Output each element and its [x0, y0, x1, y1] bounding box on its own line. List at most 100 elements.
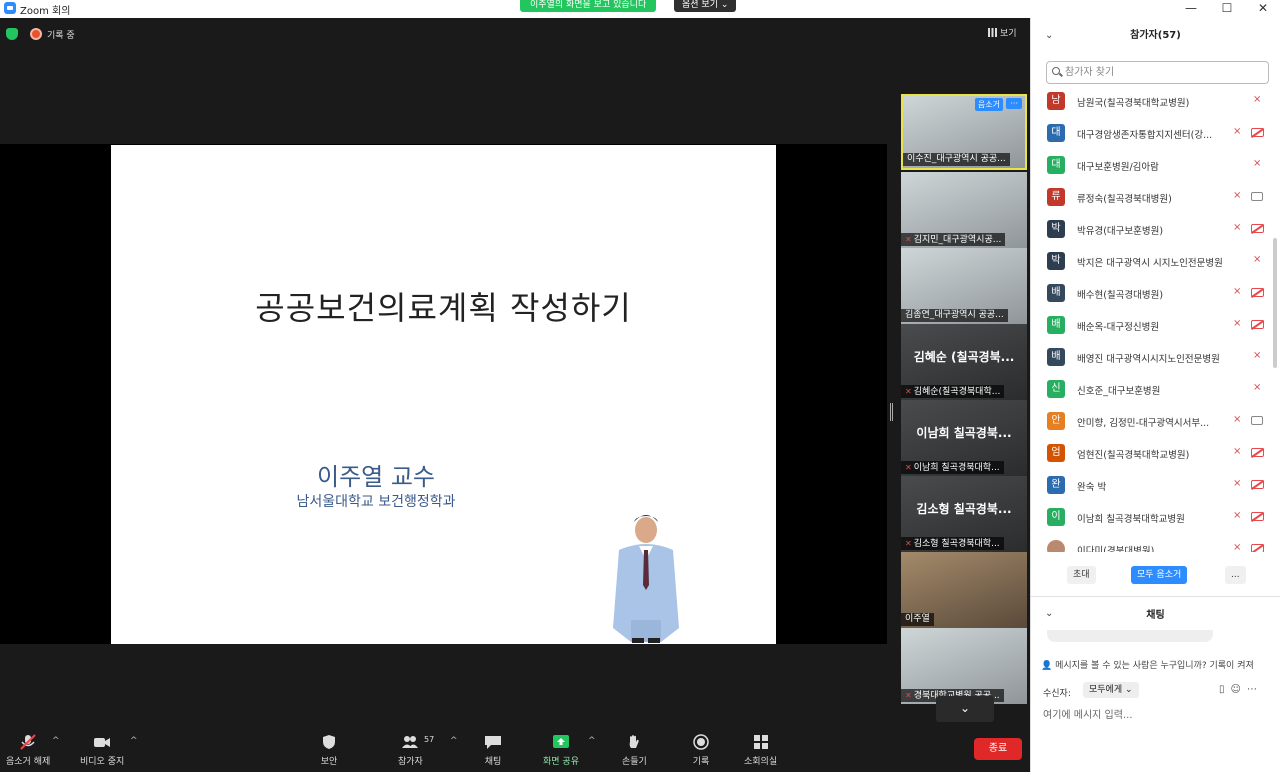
share-screen-button[interactable]: 화면 공유: [543, 734, 579, 767]
audio-options-caret[interactable]: ^: [52, 736, 60, 746]
participant-name: 이다미(경북대병원): [1077, 546, 1155, 552]
video-options-caret[interactable]: ^: [130, 736, 138, 746]
video-tile[interactable]: 이주열: [901, 552, 1027, 628]
mic-muted-icon: ⨯: [1233, 478, 1242, 489]
participant-row[interactable]: 엄 엄현진(칠곡경북대학교병원) ⨯: [1031, 438, 1276, 470]
participant-row[interactable]: 배 배순옥-대구정신병원 ⨯: [1031, 310, 1276, 342]
record-icon: [693, 734, 709, 750]
video-tile[interactable]: 김혜순 (칠곡경북... ✕ 김혜순(칠곡경북대학...: [901, 324, 1027, 400]
participant-row[interactable]: 남 남원국(칠곡경북대학교병원) ⨯: [1031, 86, 1276, 118]
participant-row[interactable]: 신 신호준_대구보훈병원 ⨯: [1031, 374, 1276, 406]
breakout-rooms-icon: [753, 735, 768, 749]
video-tile[interactable]: 김소형 칠곡경북... ✕ 김소형 칠곡경북대학...: [901, 476, 1027, 552]
avatar: 배: [1047, 348, 1065, 366]
chat-visibility-notice[interactable]: 👤 메시지를 볼 수 있는 사람은 누구입니까? 기록이 켜져: [1041, 658, 1277, 671]
mic-muted-icon: ⨯: [1233, 542, 1242, 552]
emoji-icon[interactable]: ☺: [1231, 684, 1247, 695]
search-placeholder: 참가자 찾기: [1065, 67, 1115, 78]
participant-label: ✕ 이남희 칠곡경북대학...: [901, 461, 1004, 474]
slide-speaker-affiliation: 남서울대학교 보건행정학과: [296, 494, 456, 510]
stop-video-label: 비디오 중지: [80, 757, 125, 767]
participant-name: 엄현진(칠곡경북대학교병원): [1077, 450, 1190, 461]
mic-off-icon: ✕: [905, 691, 912, 700]
mic-muted-icon: ⨯: [1233, 446, 1242, 457]
participant-name: 대구보훈병원/김아람: [1077, 162, 1159, 173]
participant-name: 김혜순(칠곡경북대학...: [913, 387, 1001, 397]
video-camera-icon: [94, 738, 111, 747]
presentation-slide: 공공보건의료계획 작성하기 이주열 교수 남서울대학교 보건행정학과: [111, 145, 776, 644]
participant-row[interactable]: 류 류정숙(칠곡경북대병원) ⨯: [1031, 182, 1276, 214]
minimize-button[interactable]: —: [1174, 0, 1208, 18]
view-options-button[interactable]: 옵션 보기 ⌄: [674, 0, 737, 12]
video-off-icon: [1251, 128, 1264, 137]
participant-label: ✕ 김소형 칠곡경북대학...: [901, 537, 1004, 550]
video-tile[interactable]: ✕경북대학교병원 공공...: [901, 628, 1027, 704]
participant-row[interactable]: 대 대구보훈병원/김아람 ⨯: [1031, 150, 1276, 182]
panel-resize-handle[interactable]: [890, 403, 893, 421]
chat-button[interactable]: 채팅: [484, 734, 502, 767]
raise-hand-button[interactable]: 손들기: [622, 734, 647, 767]
share-screen-label: 화면 공유: [543, 757, 579, 767]
participant-row[interactable]: 대 대구경암생존자통합지지센터(강... ⨯: [1031, 118, 1276, 150]
people-icon: 👤: [1041, 661, 1056, 671]
gallery-scroll-down-button[interactable]: ⌄: [936, 696, 994, 722]
share-screen-icon: [552, 735, 569, 748]
video-tile[interactable]: 김종연_대구광역시 공공...: [901, 248, 1027, 324]
mic-muted-icon: ⨯: [1233, 510, 1242, 521]
video-tile[interactable]: ✕ 김지민_대구광역시공...: [901, 172, 1027, 248]
mute-all-button[interactable]: 모두 음소거: [1131, 566, 1188, 584]
file-icon[interactable]: ▯: [1219, 684, 1231, 695]
record-button[interactable]: 기록: [692, 734, 710, 767]
participants-panel-title: 참가자(57): [1130, 30, 1181, 41]
participant-list-scrollbar[interactable]: [1273, 238, 1277, 368]
chat-bubble-icon: [485, 736, 501, 749]
security-button[interactable]: 보안: [320, 734, 338, 767]
shield-icon[interactable]: [6, 28, 18, 40]
meeting-toolbar: 음소거 해제 ^ 비디오 중지 ^ 보안 참가자 57 ^ 채팅 화면 공유 ^…: [0, 728, 1030, 772]
avatar: 배: [1047, 284, 1065, 302]
mic-off-icon: ✕: [905, 235, 912, 244]
participant-name: 안미향, 김정민-대구광역시서부...: [1077, 418, 1210, 429]
participants-options-caret[interactable]: ^: [450, 736, 458, 746]
participant-row[interactable]: 이다미(경북대병원) ⨯: [1031, 534, 1276, 552]
presenter-figure: [613, 515, 679, 643]
participant-row[interactable]: 배 배영진 대구광역시시지노인전문병원 ⨯: [1031, 342, 1276, 374]
participant-row[interactable]: 완 완숙 박 ⨯: [1031, 470, 1276, 502]
mic-muted-icon: ⨯: [1233, 190, 1242, 201]
participant-name: 배영진 대구광역시시지노인전문병원: [1077, 354, 1220, 365]
video-off-icon: [1251, 448, 1264, 457]
participant-name: 배순옥-대구정신병원: [1077, 322, 1160, 333]
stop-video-button[interactable]: 비디오 중지: [80, 734, 124, 767]
participant-name: 김소형 칠곡경북대학...: [913, 539, 1000, 549]
participant-search-input[interactable]: 참가자 찾기: [1046, 61, 1269, 84]
mic-muted-icon: ⨯: [1253, 350, 1262, 361]
breakout-rooms-button[interactable]: 소회의실: [744, 734, 777, 767]
invite-button[interactable]: 초대: [1067, 566, 1096, 584]
unmute-label: 음소거 해제: [6, 757, 51, 767]
participant-row[interactable]: 이 이남희 칠곡경북대학교병원 ⨯: [1031, 502, 1276, 534]
end-meeting-button[interactable]: 종료: [974, 738, 1022, 760]
close-button[interactable]: ✕: [1246, 0, 1280, 18]
gallery-view-button[interactable]: 보기: [988, 26, 1017, 39]
more-icon[interactable]: ⋯: [1247, 684, 1263, 695]
hand-icon: [630, 735, 640, 748]
maximize-button[interactable]: ☐: [1210, 0, 1244, 18]
participant-row[interactable]: 배 배수현(칠곡경대병원) ⨯: [1031, 278, 1276, 310]
recording-icon[interactable]: [30, 28, 42, 40]
participant-row[interactable]: 박 박지은 대구광역시 시지노인전문병원 ⨯: [1031, 246, 1276, 278]
chat-message-input[interactable]: 여기에 메시지 입력...: [1043, 706, 1133, 721]
participant-row[interactable]: 박 박유경(대구보훈병원) ⨯: [1031, 214, 1276, 246]
video-gallery: 음소거 ··· 이수진_대구광역시 공공... ✕ 김지민_대구광역시공... 김…: [897, 94, 1031, 724]
more-options-button[interactable]: ···: [1006, 98, 1022, 109]
recipient-select[interactable]: 모두에게 ⌄: [1083, 682, 1139, 698]
unmute-button[interactable]: 음소거 해제: [6, 734, 50, 767]
participants-more-button[interactable]: ...: [1225, 566, 1246, 584]
mic-muted-icon: ⨯: [1233, 222, 1242, 233]
share-options-caret[interactable]: ^: [588, 736, 596, 746]
unmute-button[interactable]: 음소거: [974, 98, 1003, 111]
participant-row[interactable]: 안 안미향, 김정민-대구광역시서부... ⨯: [1031, 406, 1276, 438]
mic-off-icon: ✕: [905, 539, 912, 548]
video-tile[interactable]: 이남희 칠곡경북... ✕ 이남희 칠곡경북대학...: [901, 400, 1027, 476]
video-tile[interactable]: 음소거 ··· 이수진_대구광역시 공공...: [901, 94, 1027, 170]
participants-button[interactable]: 참가자: [398, 734, 423, 767]
